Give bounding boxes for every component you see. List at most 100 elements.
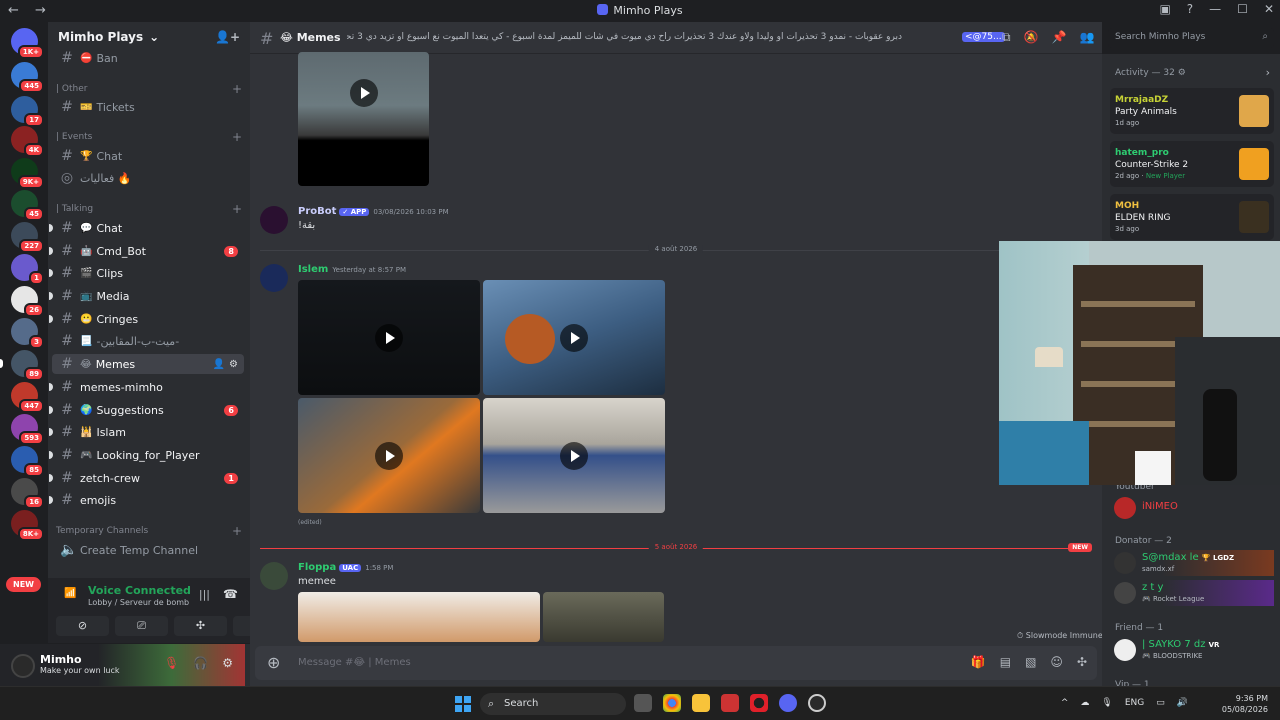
message-input[interactable]: Message #😂 | Memes — [298, 657, 411, 668]
channel-looking-for-player[interactable]: # 🎮 Looking_for_Player — [49, 445, 244, 465]
activity-card[interactable]: MOH ELDEN RING 3d ago — [1110, 194, 1274, 240]
avatar[interactable] — [260, 264, 288, 292]
volume-icon[interactable]: 🔊 — [1177, 698, 1188, 708]
clock[interactable]: 9:36 PM 05/08/2026 — [1222, 693, 1268, 715]
channel-cringes[interactable]: # 😬 Cringes — [49, 309, 244, 329]
gear-icon[interactable]: ⚙ — [229, 359, 238, 370]
opera-icon[interactable] — [750, 694, 768, 712]
guild-icon[interactable]: 16 — [11, 478, 44, 509]
deafen-icon[interactable]: 🎧 — [193, 656, 208, 670]
channel-emojis[interactable]: # emojis — [49, 490, 244, 510]
tray-overflow-icon[interactable]: ^ — [1061, 698, 1069, 708]
disconnect-icon[interactable]: ☎ — [223, 587, 238, 601]
activity-user[interactable]: hatem_pro — [1115, 148, 1169, 158]
guild-icon[interactable]: 1 — [11, 254, 44, 285]
image-attachment[interactable] — [298, 592, 540, 642]
emoji-icon[interactable]: ☺ — [1050, 655, 1063, 669]
message-composer[interactable]: ⊕ Message #😂 | Memes 🎁 ▤ ▧ ☺ ✣ — [255, 646, 1097, 680]
new-unreads-pill[interactable]: NEW — [6, 577, 41, 592]
guild-icon[interactable]: 447 — [11, 382, 44, 413]
inbox-icon[interactable]: ▣ — [1159, 2, 1170, 16]
category-events[interactable]: | Events + — [56, 130, 242, 144]
add-channel-icon[interactable]: + — [232, 202, 242, 216]
app-icon[interactable] — [721, 694, 739, 712]
file-explorer-icon[interactable] — [692, 694, 710, 712]
discord-taskbar-icon[interactable] — [779, 694, 797, 712]
member-item[interactable]: z t y 🎮 Rocket League — [1114, 580, 1274, 606]
video-attachment[interactable] — [298, 398, 480, 513]
channel-memes[interactable]: # 😂 Memes 👤 ⚙ — [52, 354, 244, 374]
channel-tickets[interactable]: # 🎫 Tickets — [52, 97, 244, 117]
close-button[interactable]: ✕ — [1264, 2, 1274, 16]
channel-cmd-bot[interactable]: # 🤖 Cmd_Bot 8 — [49, 241, 244, 261]
language-indicator[interactable]: ENG — [1125, 698, 1144, 708]
category-temporary[interactable]: Temporary Channels + — [56, 524, 242, 538]
channel-zetch-crew[interactable]: # zetch-crew 1 — [49, 468, 244, 488]
message-author[interactable]: Islem Yesterday at 8:57 PM — [298, 264, 406, 275]
pin-icon[interactable]: 📌 — [1052, 30, 1067, 45]
play-icon[interactable] — [375, 323, 403, 352]
noise-suppression-icon[interactable]: ||| — [199, 588, 210, 601]
taskbar-search[interactable]: ⌕ Search — [480, 693, 626, 715]
system-tray[interactable]: ^ ☁ 🎙 ENG ▭ 🔊 — [1061, 698, 1188, 708]
activity-card[interactable]: MrrajaaDZ Party Animals 1d ago — [1110, 88, 1274, 134]
guild-icon[interactable]: 26 — [11, 286, 44, 317]
channel-stage-events[interactable]: ◎ فعاليات 🔥 — [52, 168, 244, 188]
video-attachment[interactable] — [483, 280, 665, 395]
channel-ban[interactable]: # ⛔ Ban — [52, 48, 244, 68]
member-item[interactable]: iNiMEO — [1114, 495, 1274, 521]
mic-muted-icon[interactable]: 🎙 — [164, 656, 179, 670]
sticker-icon[interactable]: ▧ — [1025, 655, 1036, 669]
author-name[interactable]: Floppa — [298, 562, 336, 573]
play-icon[interactable] — [560, 323, 588, 352]
guild-icon[interactable]: 227 — [11, 222, 44, 253]
avatar[interactable] — [260, 562, 288, 590]
invite-icon[interactable]: 👤+ — [215, 30, 240, 44]
mic-icon[interactable]: 🎙 — [1101, 698, 1112, 708]
voice-location[interactable]: Lobby / Serveur de bomb — [88, 598, 189, 607]
channel-suggestions[interactable]: # 🌍 Suggestions 6 — [49, 400, 244, 420]
guild-icon[interactable]: 45 — [11, 190, 44, 221]
voice-status[interactable]: Voice Connected — [88, 584, 191, 597]
play-icon[interactable] — [375, 441, 403, 470]
app-icon[interactable] — [808, 694, 826, 712]
minimize-button[interactable]: — — [1209, 2, 1221, 16]
channel-chat[interactable]: # 💬 Chat — [49, 218, 244, 238]
channel-media[interactable]: # 📺 Media — [49, 286, 244, 306]
activity-user[interactable]: MrrajaaDZ — [1115, 95, 1168, 105]
category-other[interactable]: | Other + — [56, 82, 242, 96]
play-icon[interactable] — [560, 441, 588, 470]
gif-icon[interactable]: ▤ — [1000, 655, 1011, 669]
network-icon[interactable]: ▭ — [1156, 698, 1165, 708]
message-author[interactable]: ProBot ✓ APP 03/08/2026 10:03 PM — [298, 206, 449, 217]
maximize-button[interactable]: ☐ — [1237, 2, 1248, 16]
message-author[interactable]: Floppa UAC 1:58 PM — [298, 562, 393, 573]
guild-icon[interactable]: 9K+ — [11, 158, 44, 189]
mention-chip[interactable]: <@75... — [962, 32, 1005, 42]
invite-icon[interactable]: 👤 — [213, 359, 225, 370]
activity-user[interactable]: MOH — [1115, 201, 1139, 211]
user-name[interactable]: Mimho — [40, 653, 82, 666]
channel-events-chat[interactable]: # 🏆 Chat — [52, 146, 244, 166]
video-attachment[interactable] — [483, 398, 665, 513]
author-name[interactable]: ProBot — [298, 206, 336, 217]
member-item[interactable]: S@mdax le 🏆 LGDZ samdx.xf — [1114, 550, 1274, 576]
cloud-icon[interactable]: ☁ — [1080, 698, 1089, 708]
guild-icon[interactable]: 89 — [0, 350, 44, 381]
task-view-icon[interactable] — [634, 694, 652, 712]
activities-button[interactable]: ✣ — [174, 616, 227, 636]
video-attachment[interactable] — [298, 52, 429, 186]
chevron-right-icon[interactable]: › — [1266, 66, 1270, 79]
member-list-icon[interactable]: 👥 — [1079, 30, 1094, 45]
guild-icon[interactable]: 3 — [11, 318, 44, 349]
camera-button[interactable]: ⊘ — [56, 616, 109, 636]
channel-memes-mimho[interactable]: # memes-mimho — [49, 377, 244, 397]
add-channel-icon[interactable]: + — [232, 130, 242, 144]
add-channel-icon[interactable]: + — [232, 82, 242, 96]
apps-icon[interactable]: ✣ — [1077, 655, 1087, 669]
gear-icon[interactable]: ⚙ — [222, 656, 233, 670]
avatar[interactable] — [260, 206, 288, 234]
threads-icon[interactable]: ⧉ — [1002, 30, 1011, 45]
search-input[interactable]: Search Mimho Plays ⌕ — [1108, 28, 1274, 48]
screen-share-button[interactable]: ⎚ — [115, 616, 168, 636]
